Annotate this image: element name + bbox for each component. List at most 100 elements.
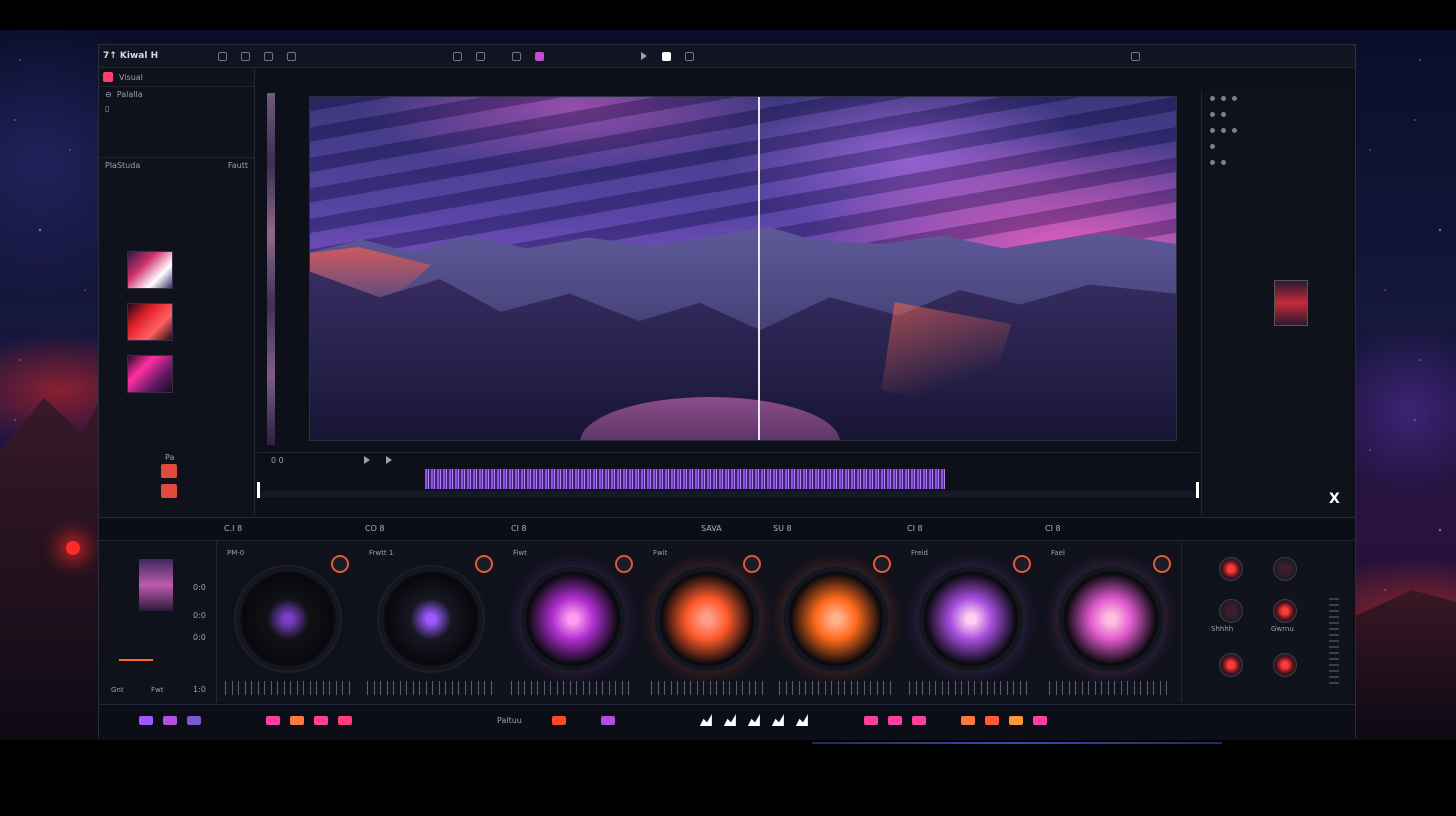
- deck-gain-knob[interactable]: [475, 555, 493, 573]
- deck-gain-knob[interactable]: [331, 555, 349, 573]
- pad-chip[interactable]: [139, 715, 153, 725]
- pad-chip[interactable]: [187, 715, 201, 725]
- deck-platter[interactable]: [655, 567, 759, 671]
- deck-gain-knob[interactable]: [1013, 555, 1031, 573]
- play-icon[interactable]: [641, 52, 648, 60]
- video-editor-window: 7↑ Kiwal H Visual ⊖ Palalla ▯ PlaStuda F…: [98, 44, 1356, 740]
- deck-waveform[interactable]: [225, 681, 351, 695]
- inspector-row[interactable]: [1202, 90, 1352, 106]
- playhead[interactable]: [758, 97, 760, 440]
- settings-icon[interactable]: [685, 51, 695, 61]
- media-thumbnail-3[interactable]: [127, 355, 173, 393]
- film-strip[interactable]: [267, 93, 275, 445]
- video-preview[interactable]: [309, 96, 1177, 441]
- fx-knob-5[interactable]: [1219, 653, 1243, 677]
- audio-waveform[interactable]: [425, 469, 945, 489]
- pad-button-1[interactable]: [161, 464, 177, 478]
- pad-chip[interactable]: [887, 715, 902, 725]
- record-icon[interactable]: [476, 51, 486, 61]
- pad-chip[interactable]: [314, 715, 328, 725]
- pad-chip[interactable]: [266, 715, 280, 725]
- pad-chip[interactable]: [163, 715, 177, 725]
- pad-chip[interactable]: [960, 715, 975, 725]
- inspector-row[interactable]: [1202, 138, 1352, 154]
- pad-chip[interactable]: [911, 715, 926, 725]
- layer-row-2[interactable]: ▯: [99, 101, 254, 115]
- pad-chip[interactable]: [1008, 715, 1023, 725]
- deck-platter[interactable]: [1059, 567, 1163, 671]
- pad-chip[interactable]: [1032, 715, 1047, 725]
- envelope-icon[interactable]: [747, 714, 760, 726]
- pad-chip[interactable]: [290, 715, 304, 725]
- deck-gain-knob[interactable]: [615, 555, 633, 573]
- deck-waveform[interactable]: [779, 681, 893, 695]
- deck-platter[interactable]: [379, 567, 483, 671]
- deck-gain-knob[interactable]: [743, 555, 761, 573]
- export-icon[interactable]: [1131, 51, 1141, 61]
- deck-waveform[interactable]: [367, 681, 495, 695]
- pad-chip[interactable]: [600, 715, 615, 725]
- transport-forward-icon[interactable]: [385, 456, 392, 464]
- file-icon[interactable]: ▯: [105, 104, 109, 113]
- option-icon[interactable]: [1210, 143, 1215, 149]
- channel-thumbnail[interactable]: [139, 559, 173, 611]
- fx-knob-1[interactable]: [1219, 557, 1243, 581]
- pad-chip[interactable]: [984, 715, 999, 725]
- transport-play-icon[interactable]: [363, 456, 370, 464]
- option-icon[interactable]: [1210, 127, 1215, 133]
- inspector-row[interactable]: [1202, 122, 1352, 138]
- deck-waveform[interactable]: [909, 681, 1033, 695]
- deck-platter[interactable]: [236, 567, 340, 671]
- media-thumbnail-1[interactable]: [127, 251, 173, 289]
- deck-waveform[interactable]: [1049, 681, 1173, 695]
- pad-chip[interactable]: [551, 715, 566, 725]
- stop-icon[interactable]: [662, 51, 672, 61]
- deck-platter[interactable]: [919, 567, 1023, 671]
- deck-waveform[interactable]: [511, 681, 635, 695]
- option-icon[interactable]: [1221, 111, 1226, 117]
- effect-icon[interactable]: [535, 51, 545, 61]
- inspector-row[interactable]: [1202, 154, 1352, 170]
- inspector-thumbnail[interactable]: [1274, 280, 1308, 326]
- pad-chip[interactable]: [338, 715, 352, 725]
- clip-icon[interactable]: [512, 51, 522, 61]
- deck-label: Fiwt: [513, 549, 527, 557]
- timeline-start-handle[interactable]: [257, 482, 260, 498]
- inspector-row[interactable]: [1202, 106, 1352, 122]
- fx-knob-3[interactable]: [1219, 599, 1243, 623]
- deck-waveform[interactable]: [651, 681, 763, 695]
- layout-icon[interactable]: [241, 51, 251, 61]
- fx-knob-6[interactable]: [1273, 653, 1297, 677]
- option-icon[interactable]: [1221, 95, 1226, 101]
- timeline-track[interactable]: [257, 491, 1199, 497]
- grid-icon[interactable]: [453, 51, 463, 61]
- option-icon[interactable]: [1210, 159, 1215, 165]
- pad-chip[interactable]: [863, 715, 878, 725]
- envelope-icon[interactable]: [771, 714, 784, 726]
- fx-knob-2[interactable]: [1273, 557, 1297, 581]
- envelope-icon[interactable]: [723, 714, 736, 726]
- master-fader[interactable]: [1329, 598, 1339, 688]
- lock-icon[interactable]: ⊖: [105, 90, 112, 99]
- option-icon[interactable]: [1210, 111, 1215, 117]
- media-thumbnail-2[interactable]: [127, 303, 173, 341]
- option-icon[interactable]: [1210, 95, 1215, 101]
- option-icon[interactable]: [1221, 159, 1226, 165]
- fx-knob-4[interactable]: [1273, 599, 1297, 623]
- envelope-icon[interactable]: [795, 714, 808, 726]
- layer-row[interactable]: ⊖ Palalla: [99, 87, 254, 101]
- deck-platter[interactable]: [784, 567, 888, 671]
- timeline-end-handle[interactable]: [1196, 482, 1199, 498]
- option-icon[interactable]: [1221, 127, 1226, 133]
- list-icon[interactable]: [287, 51, 297, 61]
- option-icon[interactable]: [1232, 95, 1237, 101]
- deck-platter[interactable]: [521, 567, 625, 671]
- deck-gain-knob[interactable]: [873, 555, 891, 573]
- split-icon[interactable]: [264, 51, 274, 61]
- deck-gain-knob[interactable]: [1153, 555, 1171, 573]
- pad-button-2[interactable]: [161, 484, 177, 498]
- menu-icon[interactable]: [218, 51, 228, 61]
- envelope-icon[interactable]: [699, 714, 712, 726]
- close-icon[interactable]: X: [1329, 491, 1340, 507]
- option-icon[interactable]: [1232, 127, 1237, 133]
